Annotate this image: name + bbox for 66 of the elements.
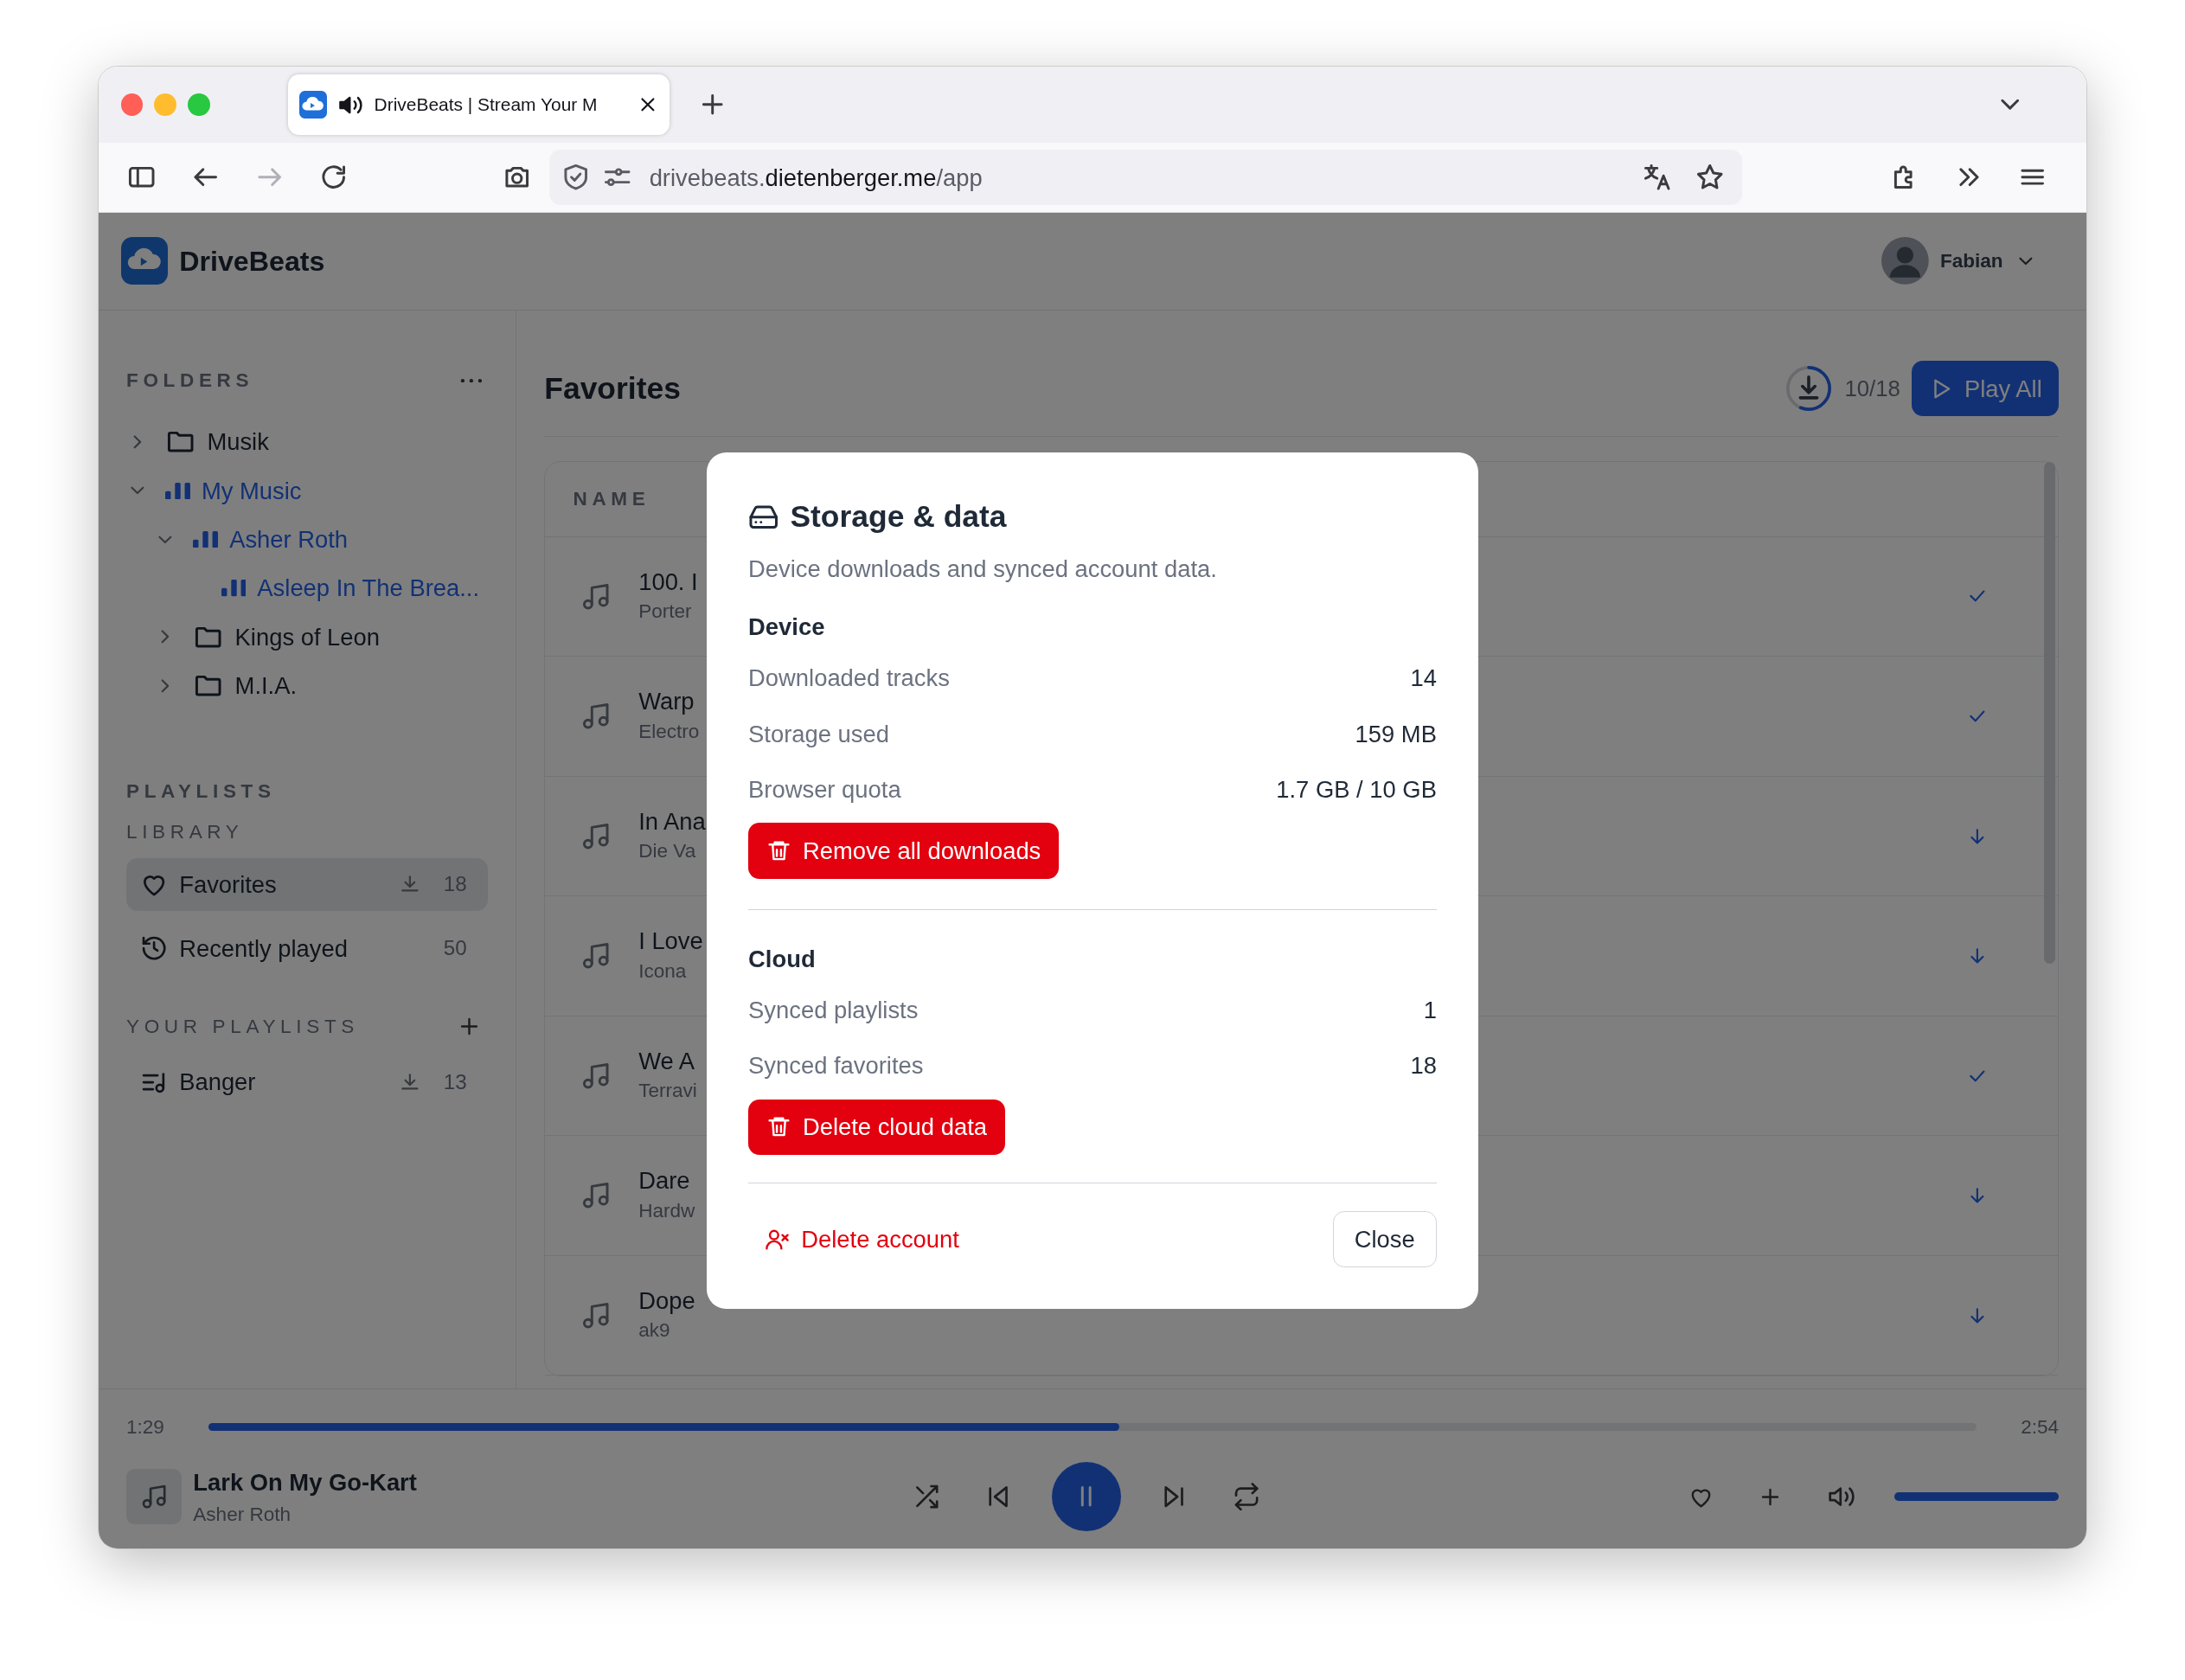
track-title: 100. I xyxy=(638,567,698,597)
track-artist: Icona xyxy=(638,959,688,984)
track-artist: Terravi xyxy=(638,1079,697,1104)
dots-icon xyxy=(459,377,483,384)
stat-label: Downloaded tracks xyxy=(748,664,950,694)
playing-bars-icon xyxy=(165,482,191,499)
total-time: 2:54 xyxy=(2021,1414,2060,1440)
page-title: Favorites xyxy=(544,369,681,407)
folder-item[interactable]: My Music xyxy=(201,472,302,509)
stat-value: 1 xyxy=(1423,995,1437,1025)
stat-value: 14 xyxy=(1410,664,1437,694)
dialog-title: Storage & data xyxy=(790,498,1007,536)
download-count: 10/18 xyxy=(1844,375,1900,402)
stat-value: 18 xyxy=(1410,1051,1437,1081)
track-artist: Hardw xyxy=(638,1198,695,1223)
track-title: Dope xyxy=(638,1286,695,1316)
now-playing-title: Lark On My Go-Kart xyxy=(193,1467,417,1497)
track-item[interactable]: Asleep In The Brea... xyxy=(257,570,480,606)
avatar-icon xyxy=(1881,237,1930,285)
playlist-item[interactable]: Recently played 50 xyxy=(126,921,488,975)
danger-button[interactable]: Remove all downloads xyxy=(748,823,1060,879)
stat-label: Storage used xyxy=(748,719,889,749)
track-title: I Love xyxy=(638,927,703,957)
repeat-icon xyxy=(1233,1483,1261,1511)
playing-bars-icon xyxy=(193,530,219,548)
playlist-item[interactable]: Favorites 18 xyxy=(126,857,488,911)
seek-bar[interactable] xyxy=(208,1422,1977,1432)
dialog-subtitle: Device downloads and synced account data. xyxy=(748,555,1218,585)
now-playing-artist: Asher Roth xyxy=(193,1502,292,1527)
track-title: Dare xyxy=(638,1166,691,1196)
user-menu-button[interactable]: Fabian xyxy=(1875,231,2042,291)
browser-tab[interactable]: DriveBeats | Stream Your M xyxy=(287,74,670,136)
elapsed-time: 1:29 xyxy=(126,1414,164,1440)
playlist-item[interactable]: Banger 13 xyxy=(126,1055,488,1109)
delete-account-button[interactable]: Delete account xyxy=(748,1222,977,1258)
stat-label: Synced playlists xyxy=(748,995,919,1025)
history-icon xyxy=(140,934,169,963)
close-button[interactable]: Close xyxy=(1332,1211,1437,1267)
close-window-button[interactable] xyxy=(120,93,144,116)
subsection-heading: YOUR PLAYLISTS xyxy=(126,1014,359,1039)
track-artist: Electro xyxy=(638,719,700,744)
stat-label: Browser quota xyxy=(748,775,901,805)
track-title: We A xyxy=(638,1046,696,1076)
stat-label: Synced favorites xyxy=(748,1051,924,1081)
section-heading: FOLDERS xyxy=(126,369,254,394)
play-all-button[interactable]: Play All xyxy=(1911,360,2060,417)
folder-item[interactable]: M.I.A. xyxy=(234,668,298,704)
track-artist: ak9 xyxy=(638,1318,671,1343)
tab-title: DriveBeats | Stream Your M xyxy=(374,93,599,117)
folder-item[interactable]: Asher Roth xyxy=(229,522,349,558)
danger-button[interactable]: Delete cloud data xyxy=(748,1099,1005,1156)
track-artist: Porter xyxy=(638,600,693,625)
subsection-heading: LIBRARY xyxy=(126,819,245,844)
track-artist: Die Va xyxy=(638,839,697,864)
playing-bars-icon xyxy=(221,580,247,597)
stat-value: 159 MB xyxy=(1355,719,1437,749)
folder-item[interactable]: Musik xyxy=(207,424,269,460)
section-heading: PLAYLISTS xyxy=(126,779,277,805)
track-title: In Ana xyxy=(638,806,706,837)
app-name: DriveBeats xyxy=(179,244,325,279)
section-heading: Cloud xyxy=(748,944,817,974)
stat-value: 1.7 GB / 10 GB xyxy=(1276,775,1437,805)
folder-item[interactable]: Kings of Leon xyxy=(234,619,380,655)
track-title: Warp xyxy=(638,687,695,717)
volume-slider[interactable] xyxy=(1893,1492,2060,1501)
section-heading: Device xyxy=(748,612,826,643)
